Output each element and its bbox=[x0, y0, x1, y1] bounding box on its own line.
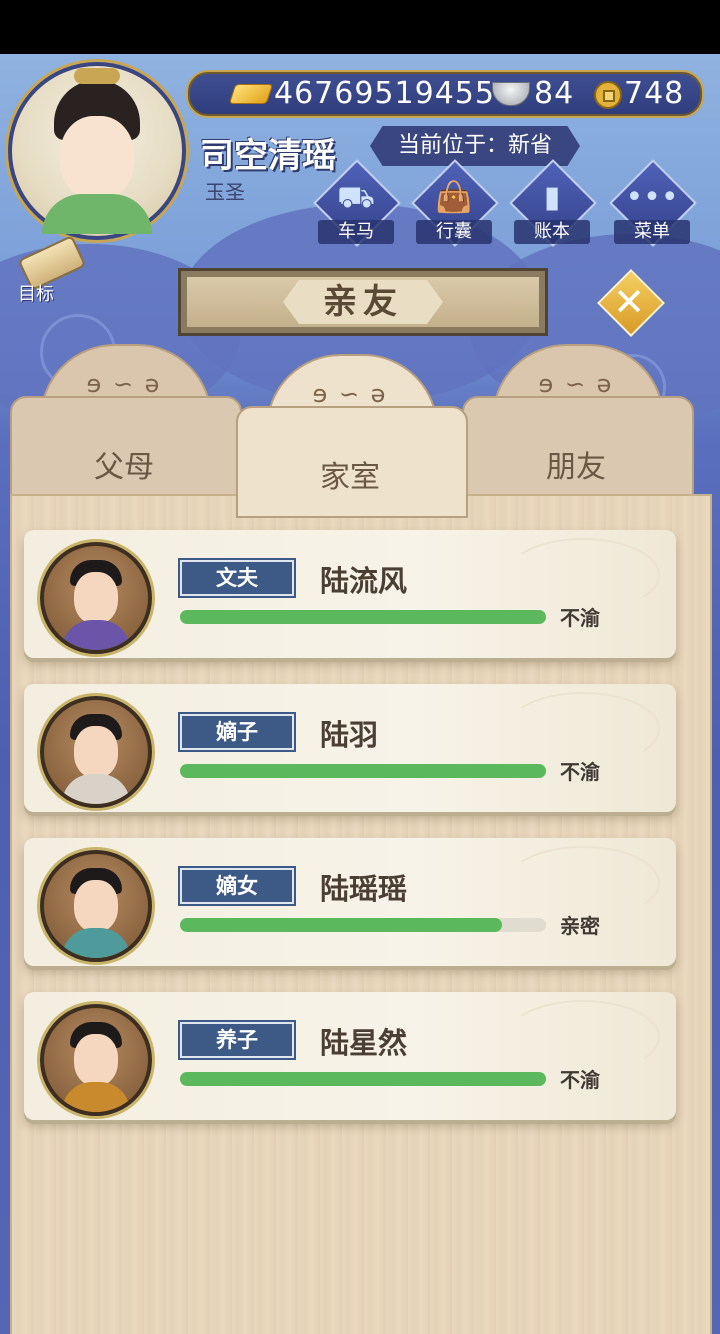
carriage-icon: ⛟ bbox=[337, 180, 375, 215]
goal-button[interactable]: 目标 bbox=[8, 234, 87, 306]
affinity-bar bbox=[180, 918, 546, 932]
avatar-robe bbox=[62, 928, 130, 958]
nav-button-ledger[interactable]: ▮ 账本 bbox=[509, 159, 597, 247]
player-avatar[interactable] bbox=[8, 62, 186, 240]
player-hair-ornament bbox=[74, 68, 120, 84]
wave-decoration bbox=[506, 1000, 660, 1074]
cloud-ornament-icon: ɘ ∽ ə bbox=[312, 380, 388, 408]
bag-icon: 👜 bbox=[435, 180, 473, 215]
tab-friends[interactable]: ɘ ∽ ə 朋友 bbox=[462, 344, 694, 508]
tab-label: 父母 bbox=[94, 450, 154, 485]
relative-avatar[interactable] bbox=[40, 542, 152, 654]
wave-decoration bbox=[506, 692, 660, 766]
wave-decoration bbox=[506, 538, 660, 612]
game-scene: 46769519455 84 748 司空清瑶 玉圣 当前位于：新省 ⛟ 车马 … bbox=[0, 54, 720, 1334]
affinity-bar bbox=[180, 764, 546, 778]
tab-label: 朋友 bbox=[546, 450, 606, 485]
menu-dots-icon: ••• bbox=[625, 180, 679, 215]
tab-label: 家室 bbox=[320, 460, 380, 495]
nav-label: 行囊 bbox=[416, 220, 492, 244]
relative-avatar[interactable] bbox=[40, 850, 152, 962]
nav-button-menu[interactable]: ••• 菜单 bbox=[609, 159, 697, 247]
close-icon: ✕ bbox=[613, 280, 645, 324]
header-plaque: 亲友 bbox=[178, 268, 548, 336]
current-location: 当前位于：新省 bbox=[370, 126, 580, 166]
affinity-status: 不渝 bbox=[560, 760, 600, 784]
avatar-face bbox=[74, 726, 118, 778]
gold-ingot-icon bbox=[228, 84, 274, 104]
affinity-bar bbox=[180, 610, 546, 624]
player-robe bbox=[42, 194, 152, 234]
goal-label: 目标 bbox=[18, 284, 54, 305]
affinity-fill bbox=[180, 918, 503, 932]
cloud-ornament-icon: ɘ ∽ ə bbox=[86, 370, 162, 398]
relation-badge: 嫡子 bbox=[180, 714, 294, 750]
relative-card[interactable]: 嫡女 陆瑶瑶 亲密 bbox=[24, 838, 676, 966]
relative-card[interactable]: 嫡子 陆羽 不渝 bbox=[24, 684, 676, 812]
avatar-face bbox=[74, 880, 118, 932]
nav-label: 车马 bbox=[318, 220, 394, 244]
relative-avatar[interactable] bbox=[40, 1004, 152, 1116]
avatar-robe bbox=[62, 774, 130, 804]
copper-amount: 748 bbox=[624, 76, 685, 111]
nav-label: 菜单 bbox=[614, 220, 690, 244]
close-button[interactable]: ✕ bbox=[597, 269, 665, 337]
affinity-status: 亲密 bbox=[560, 914, 600, 938]
nav-button-carriage[interactable]: ⛟ 车马 bbox=[313, 159, 401, 247]
avatar-robe bbox=[62, 1082, 130, 1112]
relative-name: 陆羽 bbox=[320, 718, 379, 752]
affinity-fill bbox=[180, 610, 546, 624]
copper-coin-icon bbox=[594, 81, 622, 109]
affinity-status: 不渝 bbox=[560, 606, 600, 630]
nav-label: 账本 bbox=[514, 220, 590, 244]
avatar-face bbox=[74, 1034, 118, 1086]
wave-decoration bbox=[506, 846, 660, 920]
ledger-icon: ▮ bbox=[543, 180, 561, 215]
avatar-face bbox=[74, 572, 118, 624]
player-title: 玉圣 bbox=[205, 180, 245, 204]
relative-card[interactable]: 文夫 陆流风 不渝 bbox=[24, 530, 676, 658]
nav-button-bag[interactable]: 👜 行囊 bbox=[411, 159, 499, 247]
relative-name: 陆流风 bbox=[320, 564, 408, 598]
page-title: 亲友 bbox=[283, 280, 443, 324]
silver-ingot-icon bbox=[492, 82, 530, 106]
cloud-ornament-icon: ɘ ∽ ə bbox=[538, 370, 614, 398]
relation-badge: 嫡女 bbox=[180, 868, 294, 904]
tab-parents[interactable]: ɘ ∽ ə 父母 bbox=[10, 344, 242, 508]
currency-bar: 46769519455 84 748 bbox=[186, 70, 704, 118]
relation-badge: 养子 bbox=[180, 1022, 294, 1058]
affinity-bar bbox=[180, 1072, 546, 1086]
affinity-status: 不渝 bbox=[560, 1068, 600, 1092]
relative-name: 陆星然 bbox=[320, 1026, 408, 1060]
player-face bbox=[60, 116, 134, 200]
relative-name: 陆瑶瑶 bbox=[320, 872, 408, 906]
gold-amount: 46769519455 bbox=[274, 76, 495, 111]
affinity-fill bbox=[180, 764, 546, 778]
relation-badge: 文夫 bbox=[180, 560, 294, 596]
relative-avatar[interactable] bbox=[40, 696, 152, 808]
tab-household[interactable]: ɘ ∽ ə 家室 bbox=[236, 354, 468, 518]
relative-card[interactable]: 养子 陆星然 不渝 bbox=[24, 992, 676, 1120]
avatar-robe bbox=[62, 620, 130, 650]
affinity-fill bbox=[180, 1072, 546, 1086]
silver-amount: 84 bbox=[534, 76, 575, 111]
